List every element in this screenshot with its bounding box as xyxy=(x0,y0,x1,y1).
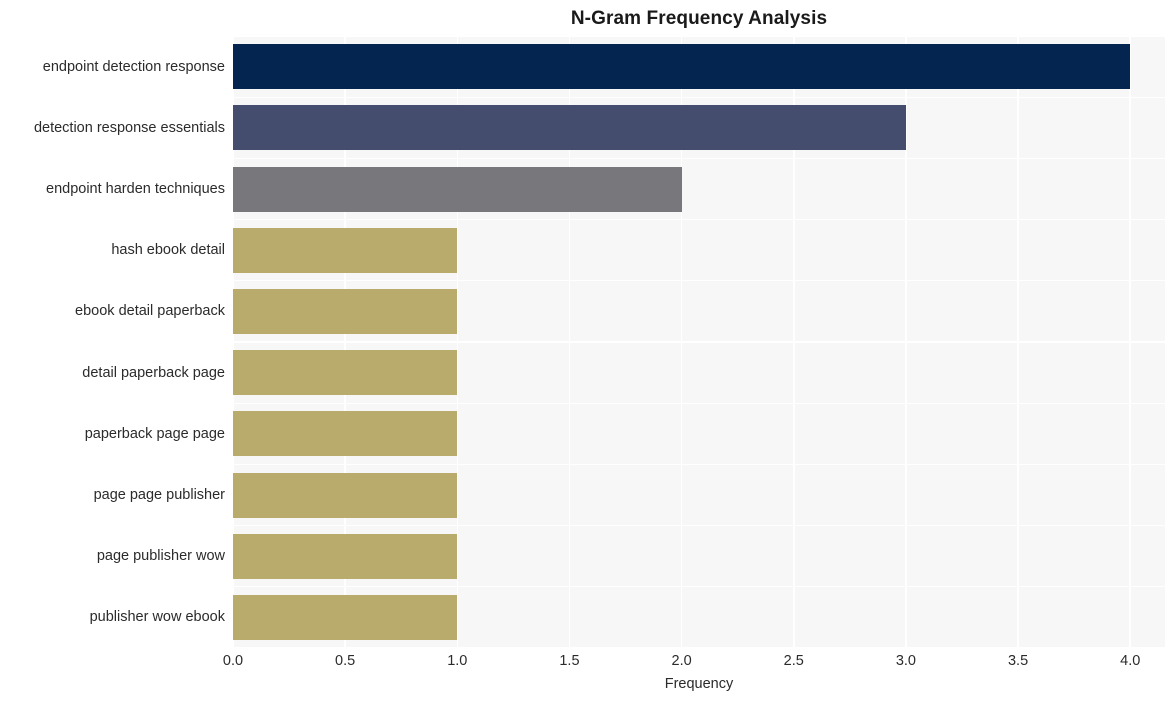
x-tick-label: 3.0 xyxy=(895,653,917,669)
x-tick-label: 1.5 xyxy=(559,653,580,669)
gridline-y-10 xyxy=(233,647,1165,649)
y-tick-label: paperback page page xyxy=(84,425,225,442)
bar[interactable] xyxy=(233,350,458,396)
x-tick-label: 3.5 xyxy=(1007,653,1029,669)
y-tick-label: publisher wow ebook xyxy=(89,609,225,626)
bar[interactable] xyxy=(233,288,458,334)
y-tick-label: endpoint detection response xyxy=(42,58,225,75)
gridline-y-9 xyxy=(233,586,1165,588)
plot-area xyxy=(232,35,1165,649)
y-tick-label: page page publisher xyxy=(93,487,225,503)
bar[interactable] xyxy=(233,227,458,273)
bar[interactable] xyxy=(233,594,458,640)
y-tick-label: detail paperback page xyxy=(82,364,225,381)
x-axis-tick-labels: 0.0 0.5 1.0 1.5 2.0 2.5 3.0 3.5 4.0 xyxy=(223,652,1165,674)
gridline-y-7 xyxy=(233,463,1165,466)
bar[interactable] xyxy=(233,472,458,518)
x-tick-label: 2.0 xyxy=(671,653,692,669)
y-tick-label: page publisher wow xyxy=(96,548,225,565)
gridline-y-1 xyxy=(233,96,1165,98)
gridline-y-8 xyxy=(233,524,1165,527)
x-tick-label: 1.0 xyxy=(447,653,468,669)
bar[interactable] xyxy=(233,166,682,212)
y-tick-label: endpoint harden techniques xyxy=(46,181,225,197)
x-tick-label: 0.0 xyxy=(222,653,244,669)
y-axis-tick-labels: endpoint detection response detection res… xyxy=(0,36,229,648)
y-tick-label: detection response essentials xyxy=(33,119,225,136)
bar[interactable] xyxy=(233,44,1131,90)
y-tick-label: hash ebook detail xyxy=(111,242,225,259)
gridline-y-3 xyxy=(233,218,1165,221)
bar[interactable] xyxy=(233,411,458,457)
x-tick-label: 0.5 xyxy=(335,653,356,669)
chart-title: N-Gram Frequency Analysis xyxy=(570,8,828,29)
gridline-y-0 xyxy=(233,35,1165,37)
bar[interactable] xyxy=(233,105,906,151)
x-tick-label: 2.5 xyxy=(783,653,804,669)
gridline-y-5 xyxy=(233,341,1165,343)
gridline-y-6 xyxy=(233,402,1165,404)
y-tick-label: ebook detail paperback xyxy=(75,303,225,320)
x-axis-title: Frequency xyxy=(664,676,734,692)
x-tick-label: 4.0 xyxy=(1120,653,1141,669)
chart-figure: N-Gram Frequency Analysis endpoint detec… xyxy=(0,0,1173,701)
bar[interactable] xyxy=(233,533,458,579)
gridline-y-2 xyxy=(233,157,1165,160)
gridline-y-4 xyxy=(233,280,1165,282)
